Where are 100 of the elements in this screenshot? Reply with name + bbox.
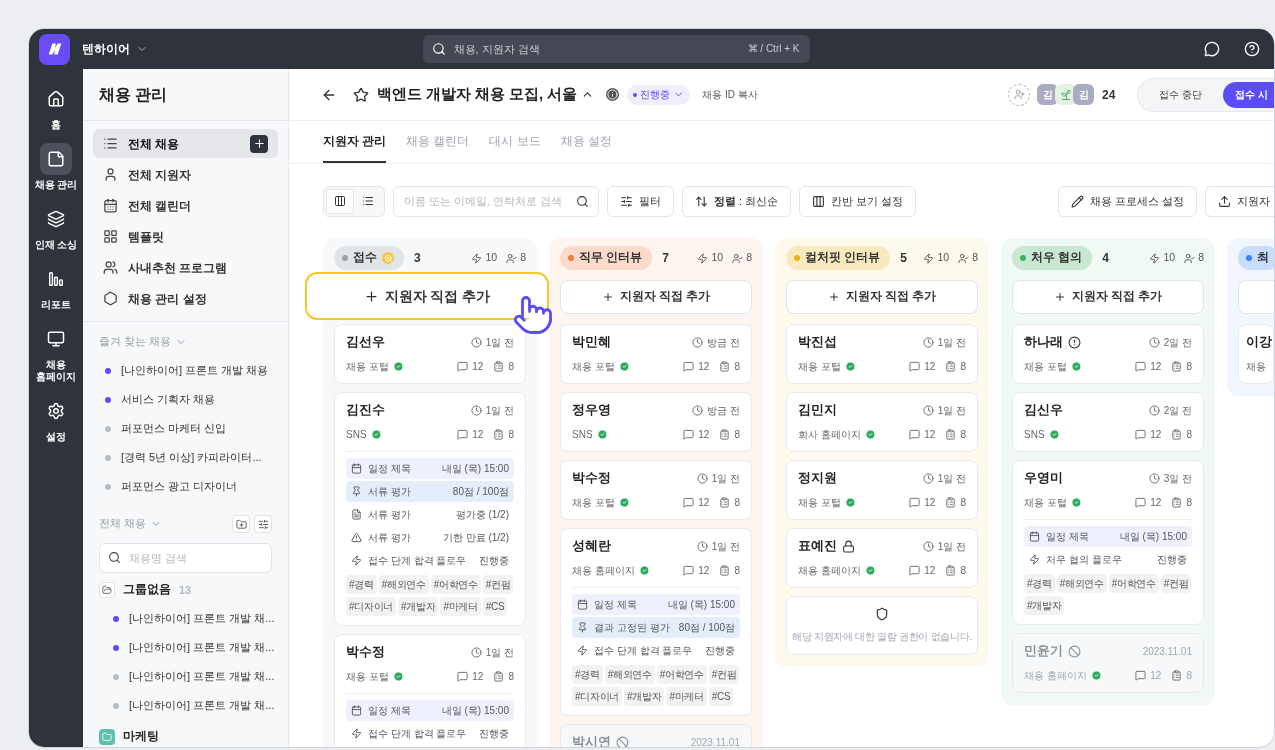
time-label: 1일 전 bbox=[937, 404, 966, 418]
applicant-card[interactable]: 김진수 1일 전 SNS 12 8 일정 제목 내일 (목) 15:00 서류 평가 80점 / 100점 서류 평가 평가중 (1/2) 서류 평가 기한 만료 (1/2) 접수 단계 합격 플로우 진행중 #경력 #해외연수 #어학연수 #컨펌 #디자이너 #개발자 #마케터 #CS bbox=[334, 392, 526, 626]
clock-icon bbox=[922, 473, 934, 484]
star-icon[interactable] bbox=[353, 86, 369, 103]
new-folder-button[interactable] bbox=[232, 515, 250, 533]
source-label: SNS bbox=[1024, 427, 1045, 442]
rail-item[interactable]: 채용 관리 bbox=[30, 143, 82, 191]
job-item[interactable]: [나인하이어] 프론트 개발 채... bbox=[99, 691, 272, 720]
sidebar-nav-item[interactable]: 사내추천 프로그램 bbox=[93, 253, 278, 282]
clock-icon bbox=[922, 541, 934, 552]
toolbar-button[interactable]: 채용 프로세스 설정 bbox=[1057, 185, 1197, 217]
tab[interactable]: 지원자 관리 bbox=[323, 123, 387, 163]
add-applicant-button[interactable]: 지원자 직접 추가 bbox=[786, 280, 978, 314]
applicant-name: 민윤기 bbox=[1024, 643, 1063, 661]
document-icon bbox=[719, 360, 731, 372]
rail-item[interactable]: 홈 bbox=[30, 83, 82, 131]
add-applicant-button[interactable]: 지원자 직접 추가 bbox=[305, 272, 549, 320]
applicant-name: 김신우 bbox=[1024, 402, 1063, 420]
restricted-message: 해당 지원자에 대한 열람 권한이 없습니다. bbox=[792, 630, 972, 644]
plus-icon bbox=[827, 291, 840, 303]
document-count: 8 bbox=[734, 563, 740, 578]
time-label: 1일 전 bbox=[711, 540, 740, 554]
sidebar-nav-item[interactable]: 전체 채용 bbox=[93, 129, 278, 158]
applicant-card[interactable]: 정지원 1일 전 채용 포털 12 8 bbox=[786, 460, 978, 520]
applicant-card[interactable]: 박수정 1일 전 채용 포털 12 8 일정 제목 내일 (목) 15:00 접수 단계 합격 플로우 진행중 bbox=[334, 634, 526, 747]
favorite-job-item[interactable]: [나인하이어] 프론트 개발 채용 bbox=[99, 356, 272, 385]
job-item[interactable]: [나인하이어] 프론트 개발 채... bbox=[99, 662, 272, 691]
folder-icon bbox=[99, 582, 115, 598]
help-icon[interactable] bbox=[1244, 41, 1260, 57]
rail-item[interactable]: 인재 소싱 bbox=[30, 203, 82, 251]
tag: #컨펌 bbox=[708, 665, 740, 684]
workspace-name[interactable]: 텐하이어 bbox=[82, 40, 130, 58]
stop-button[interactable]: 접수 중단 bbox=[1142, 81, 1220, 108]
favorite-job-item[interactable]: [경력 5년 이상] 카피라이터... bbox=[99, 443, 272, 472]
source-label: 채용 포털 bbox=[798, 359, 841, 374]
hexagon-icon bbox=[103, 291, 118, 306]
layers-icon bbox=[47, 210, 65, 228]
job-item[interactable]: [나인하이어] 프론트 개발 채... bbox=[99, 604, 272, 633]
applicant-name: 정우영 bbox=[572, 402, 611, 420]
favorite-job-item[interactable]: 퍼포먼스 광고 디자이너 bbox=[99, 472, 272, 501]
job-item[interactable]: [나인하이어] 프론트 개발 채... bbox=[99, 633, 272, 662]
applicant-card[interactable]: 김선우 1일 전 채용 포털 12 8 bbox=[334, 324, 526, 384]
lightning-icon bbox=[1029, 554, 1040, 565]
applicant-card[interactable]: 표예진 1일 전 채용 홈페이지 12 8 bbox=[786, 528, 978, 588]
view-button[interactable] bbox=[326, 188, 354, 214]
comment-icon bbox=[683, 428, 695, 440]
settings-icon bbox=[47, 402, 65, 420]
person-icon bbox=[506, 252, 518, 264]
group-name[interactable]: 마케팅 bbox=[123, 728, 159, 746]
applicant-card[interactable]: 성혜란 1일 전 채용 홈페이지 12 8 일정 제목 내일 (목) 15:00 결과 고정된 평가 80점 / 100점 접수 단계 합격 플로우 진행중 #경력 #해외연수 #어학연수 #컨펌 #디자이너 #개발자 #마케터 #CS bbox=[560, 528, 752, 716]
chat-icon[interactable] bbox=[1204, 41, 1220, 57]
source-label: 채용 포털 bbox=[1024, 359, 1067, 374]
favorite-job-item[interactable]: 퍼포먼스 마케터 신입 bbox=[99, 414, 272, 443]
rail-item[interactable]: 리포트 bbox=[30, 263, 82, 311]
warning-icon bbox=[351, 532, 362, 543]
add-button[interactable] bbox=[250, 134, 268, 153]
comment-icon bbox=[909, 564, 921, 576]
sort-icon bbox=[695, 194, 708, 208]
sidebar-nav-item[interactable]: 템플릿 bbox=[93, 222, 278, 251]
applicant-search-field[interactable]: 이름 또는 이메일, 연락처로 검색 bbox=[393, 185, 599, 217]
sidebar-nav-item[interactable]: 전체 캘린더 bbox=[93, 191, 278, 220]
rail-item[interactable]: 설정 bbox=[30, 395, 82, 443]
users-icon bbox=[103, 260, 118, 275]
status-dropdown[interactable]: 진행중 bbox=[627, 84, 691, 105]
applicant-card[interactable]: 박민혜 방금 전 채용 포털 12 8 bbox=[560, 324, 752, 384]
bar-chart-icon bbox=[47, 270, 65, 288]
toolbar-button[interactable]: 필터 bbox=[607, 185, 674, 217]
favorite-job-item[interactable]: 서비스 기획자 채용 bbox=[99, 385, 272, 414]
copy-id-link[interactable]: 채용 ID 복사 bbox=[702, 87, 758, 102]
comment-count: 12 bbox=[1150, 668, 1162, 683]
clock-icon bbox=[1148, 405, 1160, 416]
add-applicant-button[interactable]: 지원자 직접 추가 bbox=[1012, 280, 1204, 314]
rail-item[interactable]: 채용 홈페이지 bbox=[30, 323, 82, 383]
applicant-card[interactable]: 김신우 2일 전 SNS 12 8 bbox=[1012, 392, 1204, 452]
applicant-card[interactable]: 박수정 1일 전 채용 포털 12 8 bbox=[560, 460, 752, 520]
group-name[interactable]: 그룹없음 bbox=[123, 581, 171, 599]
time-label: 1일 전 bbox=[937, 540, 966, 554]
search-icon bbox=[431, 42, 446, 56]
applicant-card[interactable]: 이강 채용 bbox=[1238, 324, 1274, 384]
toolbar-button[interactable]: 지원자 bbox=[1205, 185, 1274, 217]
applicant-card[interactable]: 정우영 방금 전 SNS 12 8 bbox=[560, 392, 752, 452]
add-applicant-button[interactable]: 지원자 직접 추가 bbox=[560, 280, 752, 314]
settings-button[interactable] bbox=[254, 515, 272, 533]
source-label: 채용 bbox=[1246, 359, 1266, 374]
stage-name: 처우 협의 bbox=[1031, 250, 1083, 266]
detail-label: 서류 평가 bbox=[368, 508, 411, 522]
toolbar-button[interactable]: 칸반 보기 설정 bbox=[799, 185, 917, 217]
stage-count: 5 bbox=[900, 250, 907, 267]
start-button[interactable]: 접수 시 bbox=[1223, 81, 1274, 108]
applicant-card[interactable]: 김민지 1일 전 회사 홈페이지 12 8 bbox=[786, 392, 978, 452]
applicant-card[interactable]: 박진섭 1일 전 채용 포털 12 8 bbox=[786, 324, 978, 384]
toolbar-button[interactable]: 정렬 : 최신순 bbox=[682, 185, 792, 217]
document-icon bbox=[945, 360, 957, 372]
document-count: 8 bbox=[1186, 495, 1192, 510]
applicant-card[interactable]: 우영미 3일 전 채용 포털 12 8 일정 제목 내일 (목) 15:00 처우 협의 플로우 진행중 #경력 #해외연수 #어학연수 #컨펌 #개발자 bbox=[1012, 460, 1204, 625]
sidebar-nav-item[interactable]: 전체 지원자 bbox=[93, 160, 278, 189]
sidebar-nav-item[interactable]: 채용 관리 설정 bbox=[93, 284, 278, 313]
job-search-field[interactable]: 채용명 검색 bbox=[99, 543, 272, 573]
comment-icon bbox=[683, 564, 695, 576]
applicant-card[interactable]: 하나래 2일 전 채용 포털 12 8 bbox=[1012, 324, 1204, 384]
